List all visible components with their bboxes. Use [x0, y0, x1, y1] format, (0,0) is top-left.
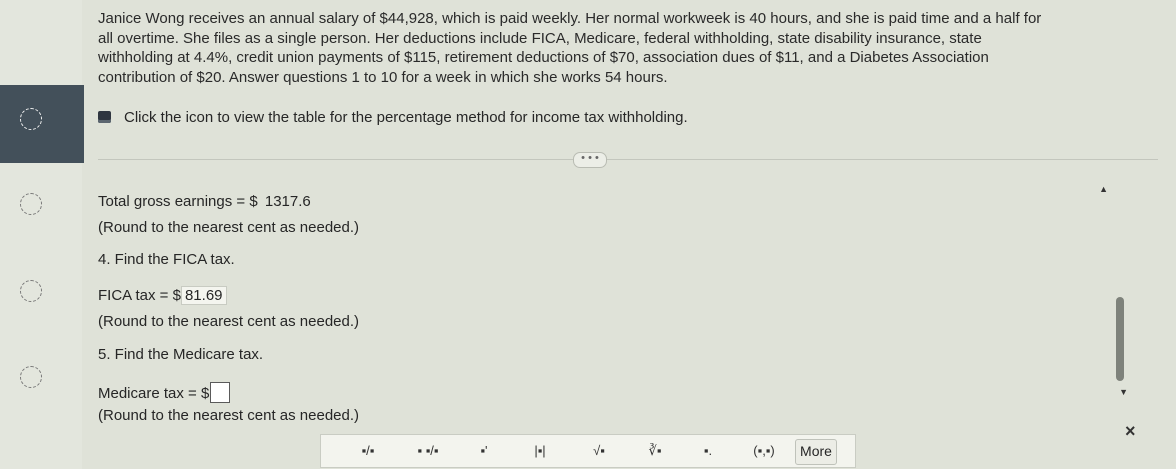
gross-earnings-answer: 1317.6 [264, 193, 311, 210]
round-hint: (Round to the nearest cent as needed.) [98, 313, 360, 330]
fraction-button[interactable]: ▪/▪ [357, 439, 379, 463]
radio-circle-icon[interactable] [20, 366, 42, 388]
math-toolbar: ▪/▪ ▪ ▪/▪ ▪' |▪| √▪ ∛▪ ▪. (▪,▪) More [320, 434, 856, 468]
medicare-answer-field[interactable] [210, 382, 231, 403]
more-button[interactable]: More [795, 439, 837, 465]
question-4: 4. Find the FICA tax. [98, 251, 235, 268]
radio-circle-icon[interactable] [20, 193, 42, 215]
gross-earnings-line: Total gross earnings = $ 1317.6 [98, 193, 314, 210]
scroll-down-arrow-icon[interactable]: ▼ [1119, 387, 1128, 397]
problem-text: Janice Wong receives an annual salary of… [98, 10, 1042, 86]
scrollbar-thumb[interactable] [1116, 297, 1124, 381]
fica-answer-field[interactable]: 81.69 [180, 286, 227, 305]
round-hint: (Round to the nearest cent as needed.) [98, 407, 360, 424]
radio-circle-icon [20, 108, 42, 130]
expand-button[interactable]: • • • [573, 152, 607, 168]
sidebar-item-active[interactable] [0, 85, 84, 163]
medicare-line: Medicare tax = $ [98, 382, 231, 403]
divider [98, 159, 1158, 160]
radio-circle-icon[interactable] [20, 280, 42, 302]
fica-line: FICA tax = $81.69 [98, 286, 227, 305]
table-icon[interactable] [98, 111, 111, 123]
exponent-button[interactable]: ▪' [473, 439, 495, 463]
round-hint: (Round to the nearest cent as needed.) [98, 219, 360, 236]
ordered-pair-button[interactable]: (▪,▪) [747, 439, 781, 463]
square-root-button[interactable]: √▪ [587, 439, 611, 463]
question-panel: Janice Wong receives an annual salary of… [98, 0, 1176, 469]
fica-label: FICA tax = $ [98, 287, 181, 304]
table-link-text: Click the icon to view the table for the… [124, 109, 688, 126]
decimal-button[interactable]: ▪. [697, 439, 719, 463]
question-sidebar [0, 0, 84, 469]
table-link-line: Click the icon to view the table for the… [98, 109, 688, 126]
medicare-label: Medicare tax = $ [98, 385, 210, 402]
nth-root-button[interactable]: ∛▪ [643, 439, 667, 463]
question-5: 5. Find the Medicare tax. [98, 346, 264, 363]
gross-earnings-label: Total gross earnings = $ [98, 193, 258, 210]
mixed-number-button[interactable]: ▪ ▪/▪ [413, 439, 443, 463]
absolute-value-button[interactable]: |▪| [527, 439, 553, 463]
scroll-up-arrow-icon[interactable]: ▲ [1099, 184, 1108, 194]
close-icon[interactable]: × [1125, 421, 1136, 442]
